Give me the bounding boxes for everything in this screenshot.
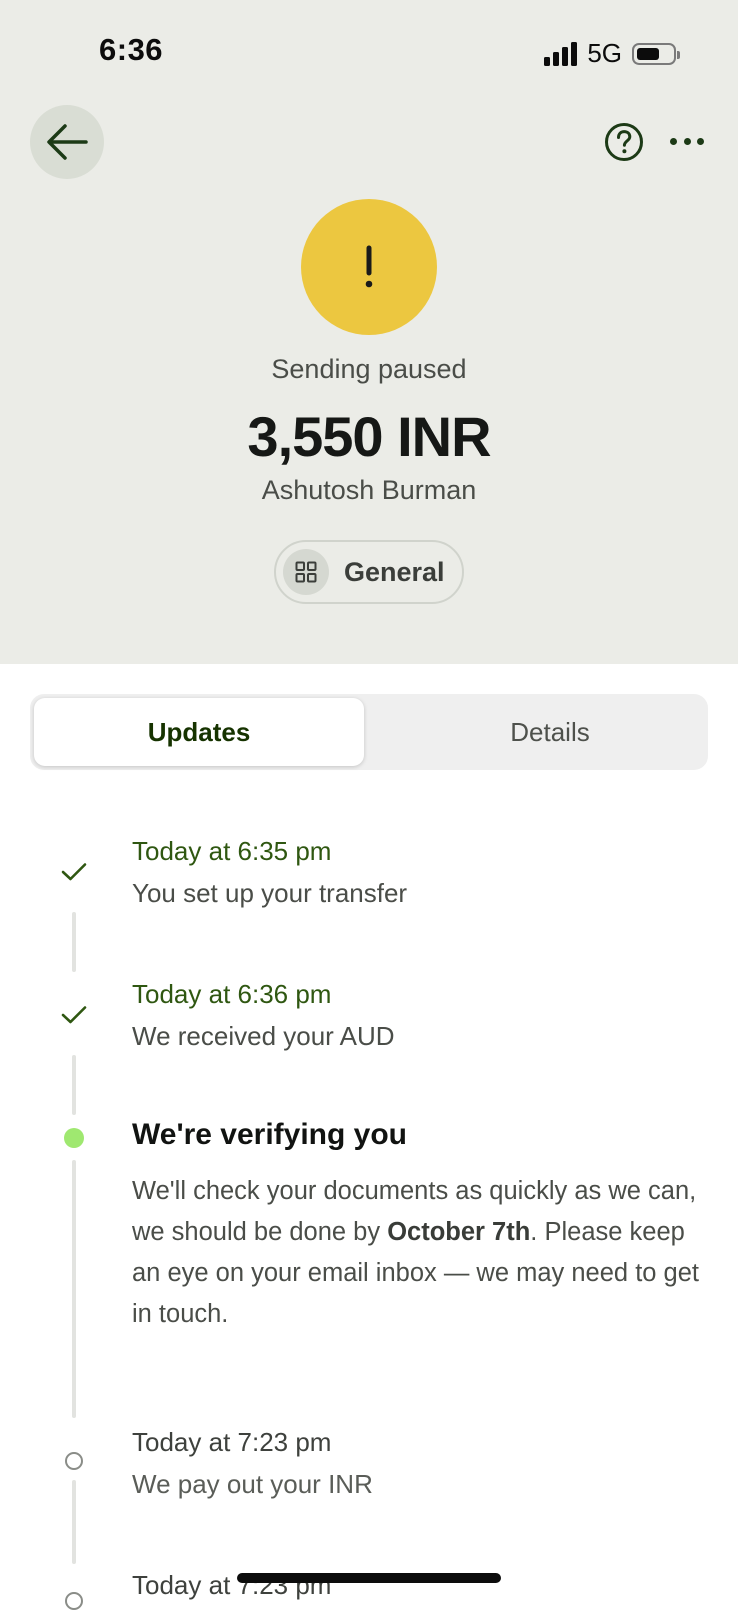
recipient-name: Ashutosh Burman [261,475,477,505]
transfer-amount: 3,550 INR [247,405,491,468]
category-chip[interactable]: General [274,540,464,604]
timeline-step-time: Today at 6:35 pm [132,836,332,866]
status-bar-indicators: 5G [544,38,680,69]
exclamation-icon [365,245,373,288]
pending-step-circle [65,1592,83,1610]
estimated-date: October 7th [387,1218,531,1246]
transfer-status-label: Sending paused [271,354,467,384]
active-step-dot [64,1128,84,1148]
grid-icon [283,549,329,595]
tab-updates[interactable]: Updates [34,698,364,766]
timeline-connector [72,1480,76,1564]
cellular-signal-icon [544,41,578,66]
active-step-title: We're verifying you [132,1118,407,1151]
status-bar-time: 6:36 [99,32,164,67]
pending-step-circle [65,1452,83,1470]
timeline-step-text: We pay out your INR [132,1469,373,1499]
check-icon [60,860,88,884]
timeline-connector [72,1160,76,1418]
more-options-button[interactable] [670,134,704,148]
timeline-step-time: Today at 6:36 pm [132,979,332,1009]
arrow-left-icon [47,124,88,160]
tab-switcher: Updates Details [30,694,708,770]
network-type: 5G [587,38,622,68]
status-icon-badge [301,199,437,335]
timeline-connector [72,912,76,972]
category-label: General [344,556,445,587]
help-button[interactable] [604,122,644,162]
question-circle-icon [605,123,643,161]
timeline-step-time: Today at 7:23 pm [132,1427,332,1457]
check-icon [60,1003,88,1027]
active-step-description: We'll check your documents as quickly as… [132,1177,699,1328]
battery-icon [632,42,680,65]
transfer-header: 6:36 5G Sending paused 3,550 INR Ashutos… [0,0,738,664]
more-dot [683,137,691,145]
more-dot [670,137,677,145]
more-dot [697,137,704,145]
timeline-step-text: You set up your transfer [132,878,408,908]
timeline-step-text: We received your AUD [132,1021,395,1051]
tab-details[interactable]: Details [400,698,700,766]
home-indicator[interactable] [237,1573,501,1583]
back-button[interactable] [30,105,104,179]
timeline-connector [72,1055,76,1115]
